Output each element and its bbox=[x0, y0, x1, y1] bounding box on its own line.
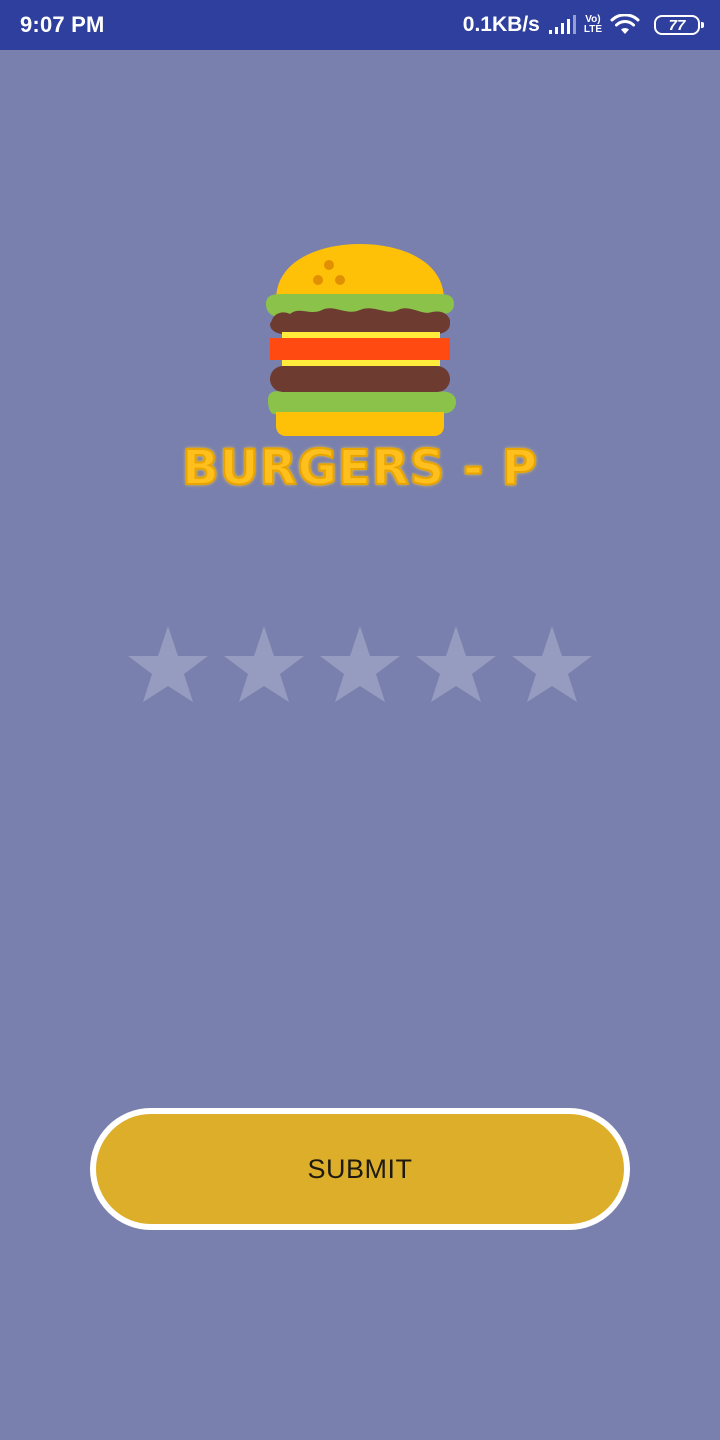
status-bar: 9:07 PM 0.1KB/s Vo) LTE 77 bbox=[0, 0, 720, 50]
rating-star-3[interactable] bbox=[320, 620, 400, 704]
battery-icon: 77 bbox=[654, 15, 704, 35]
submit-button[interactable]: SUBMIT bbox=[90, 1108, 630, 1230]
volte-icon: Vo) LTE bbox=[584, 15, 602, 35]
battery-level: 77 bbox=[668, 16, 686, 34]
status-time: 9:07 PM bbox=[20, 12, 105, 37]
rating-bar[interactable] bbox=[0, 620, 720, 704]
wifi-icon bbox=[610, 14, 640, 36]
rating-star-4[interactable] bbox=[416, 620, 496, 704]
rating-star-1[interactable] bbox=[128, 620, 208, 704]
status-icons: 0.1KB/s Vo) LTE 77 bbox=[462, 13, 704, 37]
rating-star-5[interactable] bbox=[512, 620, 592, 704]
brand-name: BURGERS - P bbox=[181, 439, 538, 497]
submit-label: SUBMIT bbox=[96, 1114, 624, 1224]
rating-star-2[interactable] bbox=[224, 620, 304, 704]
volte-bottom-label: LTE bbox=[583, 24, 602, 35]
burger-icon bbox=[260, 240, 460, 440]
network-speed: 0.1KB/s bbox=[462, 13, 540, 36]
signal-icon bbox=[548, 14, 576, 36]
